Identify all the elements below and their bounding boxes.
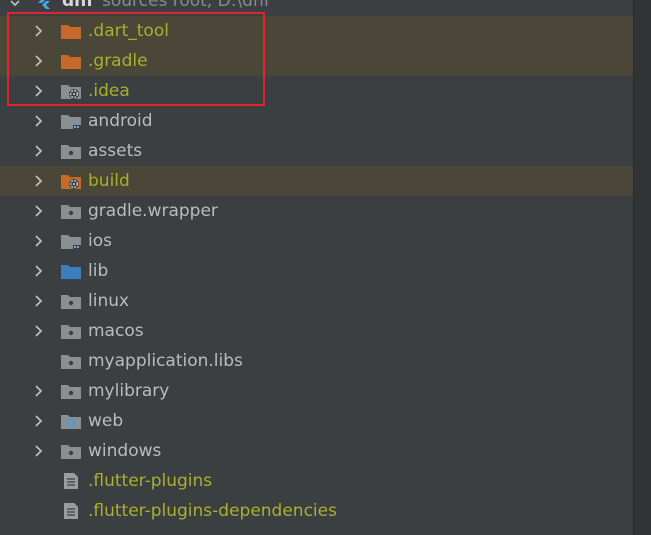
tree-item-macos[interactable]: macos <box>0 316 633 346</box>
tree-item-build[interactable]: build <box>0 166 633 196</box>
chevron-right-icon[interactable] <box>31 204 45 218</box>
folder-web-icon <box>61 415 81 429</box>
tree-item-label: build <box>88 171 130 191</box>
chevron-right-icon[interactable] <box>31 144 45 158</box>
chevron-right-icon[interactable] <box>31 114 45 128</box>
scrollbar[interactable] <box>633 0 651 535</box>
tree-item-label: ios <box>88 231 112 251</box>
folder-module-icon <box>61 115 81 130</box>
tree-item-web[interactable]: web <box>0 406 633 436</box>
tree-item-flutter-plugins[interactable]: .flutter-plugins <box>0 466 633 496</box>
tree-item-label: lib <box>88 261 109 281</box>
tree-item-label: macos <box>88 321 144 341</box>
tree-item-windows[interactable]: windows <box>0 436 633 466</box>
tree-item-label: web <box>88 411 124 431</box>
chevron-right-icon[interactable] <box>31 234 45 248</box>
file-text-icon <box>64 503 78 519</box>
tree-item-linux[interactable]: linux <box>0 286 633 316</box>
tree-item-flutter-plugins-dependencies[interactable]: .flutter-plugins-dependencies <box>0 496 633 526</box>
tree-item-assets[interactable]: assets <box>0 136 633 166</box>
folder-icon <box>61 325 81 339</box>
folder-icon <box>61 295 81 309</box>
tree-item-label: android <box>88 111 153 131</box>
tree-item-label: assets <box>88 141 143 161</box>
folder-module-icon <box>61 235 81 250</box>
chevron-right-icon[interactable] <box>31 264 45 278</box>
chevron-right-icon[interactable] <box>31 324 45 338</box>
tree-item-label: linux <box>88 291 130 311</box>
folder-icon <box>61 445 81 459</box>
tree-item-android[interactable]: android <box>0 106 633 136</box>
tree-item-label: .flutter-plugins-dependencies <box>88 501 337 521</box>
tree-item-gradle-wrapper[interactable]: gradle.wrapper <box>0 196 633 226</box>
chevron-right-icon[interactable] <box>31 384 45 398</box>
chevron-down-icon[interactable] <box>8 0 22 10</box>
chevron-right-icon[interactable] <box>31 444 45 458</box>
tree-item-ios[interactable]: ios <box>0 226 633 256</box>
folder-excluded-gear-icon <box>61 175 81 189</box>
tree-item-label: windows <box>88 441 162 461</box>
tree-item-mylibrary[interactable]: mylibrary <box>0 376 633 406</box>
project-tree: dnf sources root, D:\dnf .dart_tool .grad… <box>0 0 651 535</box>
folder-source-icon <box>61 265 81 279</box>
file-text-icon <box>64 473 78 489</box>
chevron-right-icon[interactable] <box>31 294 45 308</box>
tree-item-label: mylibrary <box>88 381 170 401</box>
folder-icon <box>61 205 81 219</box>
flutter-icon <box>38 0 50 9</box>
chevron-right-icon[interactable] <box>31 414 45 428</box>
tree-item-lib[interactable]: lib <box>0 256 633 286</box>
annotation-box <box>7 12 265 106</box>
tree-item-label: .flutter-plugins <box>88 471 213 491</box>
tree-item-label: gradle.wrapper <box>88 201 218 221</box>
folder-icon <box>61 355 81 369</box>
tree-item-label: myapplication.libs <box>88 351 243 371</box>
tree-item-myapplication-libs[interactable]: myapplication.libs <box>0 346 633 376</box>
folder-icon <box>61 145 81 159</box>
chevron-right-icon[interactable] <box>31 174 45 188</box>
folder-icon <box>61 385 81 399</box>
